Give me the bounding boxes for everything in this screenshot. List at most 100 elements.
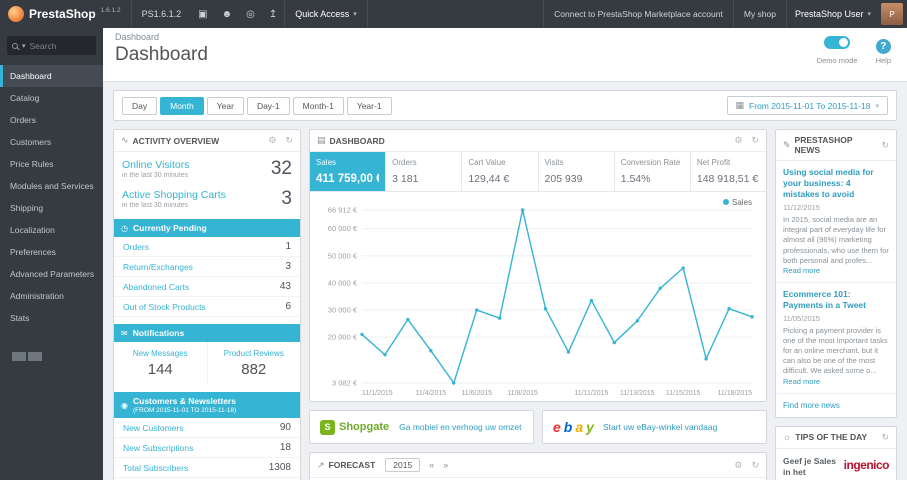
filter-button-month-1[interactable]: Month-1 (292, 97, 344, 115)
svg-text:3 082 €: 3 082 € (332, 379, 358, 388)
demo-mode-toggle[interactable] (824, 36, 851, 49)
forecast-panel-header: ↗ FORECAST 2015 « » ⚙ ↻ (310, 453, 766, 478)
breadcrumb[interactable]: Dashboard (115, 32, 895, 42)
legend-label: Sales (731, 198, 752, 207)
kpi-value: 411 759,00 € (316, 173, 380, 185)
read-more-link[interactable]: Read more (783, 377, 820, 386)
pending-out-of-stock-products-link[interactable]: Out of Stock Products (123, 302, 206, 312)
active-carts-link[interactable]: Active Shopping Carts (122, 189, 226, 201)
next-year-icon[interactable]: » (443, 460, 448, 470)
gear-icon[interactable]: ⚙ (734, 135, 742, 146)
activity-panel-title: ACTIVITY OVERVIEW (132, 135, 220, 146)
pending-abandoned-carts-value: 43 (279, 281, 291, 292)
kpi-cart-value[interactable]: Cart Value 129,44 € (462, 152, 539, 191)
gear-icon[interactable]: ⚙ (268, 135, 276, 146)
sidebar-item-preferences[interactable]: Preferences (0, 241, 103, 263)
sidebar-item-customers[interactable]: Customers (0, 131, 103, 153)
customers-total-subscribers-value: 1308 (268, 462, 291, 473)
sidebar-item-administration[interactable]: Administration (0, 285, 103, 307)
kpi-value: 3 181 (392, 173, 419, 185)
kpi-visits[interactable]: Visits 205 939 (539, 152, 615, 191)
marketplace-connect-link[interactable]: Connect to PrestaShop Marketplace accoun… (543, 0, 733, 28)
kpi-conversion-rate[interactable]: Conversion Rate 1.54% (615, 152, 691, 191)
user-icon[interactable]: ☻ (215, 0, 240, 28)
my-shop-link[interactable]: My shop (732, 0, 786, 28)
sidebar-item-catalog[interactable]: Catalog (0, 87, 103, 109)
clock-icon: ◷ (121, 223, 128, 233)
search-input[interactable] (29, 40, 90, 51)
date-range-picker[interactable]: ▦ From 2015-11-01 To 2015-11-18 ▾ (726, 96, 888, 115)
pending-abandoned-carts-link[interactable]: Abandoned Carts (123, 282, 189, 292)
filter-button-year-1[interactable]: Year-1 (346, 97, 392, 115)
sidebar-item-localization[interactable]: Localization (0, 219, 103, 241)
rocket-icon[interactable]: ↥ (262, 0, 284, 28)
notification-new-messages[interactable]: New Messages 144 (114, 342, 208, 385)
customers-new-customers-link[interactable]: New Customers (123, 423, 183, 433)
customers-new-subscriptions-link[interactable]: New Subscriptions (123, 443, 193, 453)
tips-panel: ☼ TIPS OF THE DAY ↻ Geef je Sales in het… (775, 425, 897, 480)
filter-button-day-1[interactable]: Day-1 (246, 97, 290, 115)
refresh-icon[interactable]: ↻ (881, 432, 889, 443)
kpi-orders[interactable]: Orders 3 181 (386, 152, 463, 191)
previous-year-icon[interactable]: « (429, 460, 434, 470)
support-icon[interactable]: ◎ (239, 0, 262, 28)
sidebar-item-shipping[interactable]: Shipping (0, 197, 103, 219)
filter-button-day[interactable]: Day (122, 97, 158, 115)
chart-legend[interactable]: Sales (722, 198, 752, 207)
news-headline-link[interactable]: Ecommerce 101: Payments in a Tweet (783, 289, 889, 311)
kpi-sales[interactable]: Sales 411 759,00 € (310, 152, 387, 191)
help-icon[interactable]: ? (875, 39, 891, 54)
search-scope-chevron-icon[interactable]: ▾ (22, 42, 26, 50)
cart-icon[interactable]: ▣ (191, 0, 214, 28)
gear-icon[interactable]: ⚙ (734, 460, 742, 471)
date-filter-bar: Day Month Year Day-1 Month-1 Year-1 ▦ From 20… (113, 90, 897, 121)
sidebar-item-modules-and-services[interactable]: Modules and Services (0, 175, 103, 197)
svg-text:11/18/2015: 11/18/2015 (717, 390, 752, 397)
news-date: 11/05/2015 (783, 313, 820, 323)
shop-name-tag[interactable]: PS1.6.1.2 (130, 0, 192, 28)
news-article: Using social media for your business: 4 … (776, 161, 896, 283)
read-more-link[interactable]: Read more (783, 266, 820, 275)
forecast-panel: ↗ FORECAST 2015 « » ⚙ ↻ TrafficConversio… (309, 452, 767, 480)
find-more-news-link[interactable]: Find more news (776, 394, 896, 417)
customers-total-subscribers-link[interactable]: Total Subscribers (123, 463, 188, 473)
pending-orders-link[interactable]: Orders (123, 242, 149, 252)
legend-dot-icon (722, 199, 729, 205)
sidebar-item-orders[interactable]: Orders (0, 109, 103, 131)
module-link-ebay[interactable]: Start uw eBay-winkel vandaag (603, 422, 717, 432)
notification-product-reviews[interactable]: Product Reviews 882 (208, 342, 301, 385)
sidebar-item-advanced-parameters[interactable]: Advanced Parameters (0, 263, 103, 285)
filter-button-month[interactable]: Month (160, 97, 204, 115)
news-date: 11/12/2015 (783, 203, 820, 213)
forecast-year-select[interactable]: 2015 (385, 458, 421, 472)
pending-return-exchanges-link[interactable]: Return/Exchanges (123, 262, 193, 272)
dashboard-panel-header: ▤ DASHBOARD ⚙ ↻ (310, 130, 766, 152)
news-body: Picking a payment provider is one of the… (783, 325, 888, 386)
refresh-icon[interactable]: ↻ (285, 135, 293, 146)
module-link-shopgate[interactable]: Ga mobiel en verhoog uw omzet (399, 422, 521, 432)
notification-label: New Messages (132, 349, 188, 358)
refresh-icon[interactable]: ↻ (881, 140, 889, 151)
online-visitors-link[interactable]: Online Visitors (122, 159, 190, 171)
filter-button-year[interactable]: Year (206, 97, 244, 115)
sidebar-item-stats[interactable]: Stats (0, 307, 103, 329)
user-menu[interactable]: PrestaShop User ▾ (785, 0, 879, 28)
chevron-down-icon: ▾ (875, 102, 879, 110)
activity-panel-header: ∿ ACTIVITY OVERVIEW ⚙ ↻ (114, 130, 300, 152)
refresh-icon[interactable]: ↻ (751, 135, 759, 146)
news-icon: ✎ (783, 139, 791, 150)
quick-access-menu[interactable]: Quick Access ▾ (284, 0, 368, 28)
refresh-icon[interactable]: ↻ (751, 460, 759, 471)
kpi-label: Conversion Rate (620, 158, 681, 167)
online-visitors-value: 32 (270, 158, 292, 179)
news-headline-link[interactable]: Using social media for your business: 4 … (783, 167, 889, 200)
date-range-label: From 2015-11-01 To 2015-11-18 (749, 100, 871, 111)
sidebar-search[interactable]: ▾ (7, 36, 96, 55)
prestashop-logo[interactable]: PrestaShop 1.6.1.2 (0, 0, 131, 28)
sidebar-item-price-rules[interactable]: Price Rules (0, 153, 103, 175)
avatar[interactable]: P (881, 3, 903, 25)
currently-pending-header: ◷ Currently Pending (114, 219, 300, 237)
kpi-net-profit[interactable]: Net Profit 148 918,51 € (691, 152, 766, 191)
collapse-menu-button[interactable] (12, 345, 103, 366)
sidebar-item-dashboard[interactable]: Dashboard (0, 65, 103, 87)
